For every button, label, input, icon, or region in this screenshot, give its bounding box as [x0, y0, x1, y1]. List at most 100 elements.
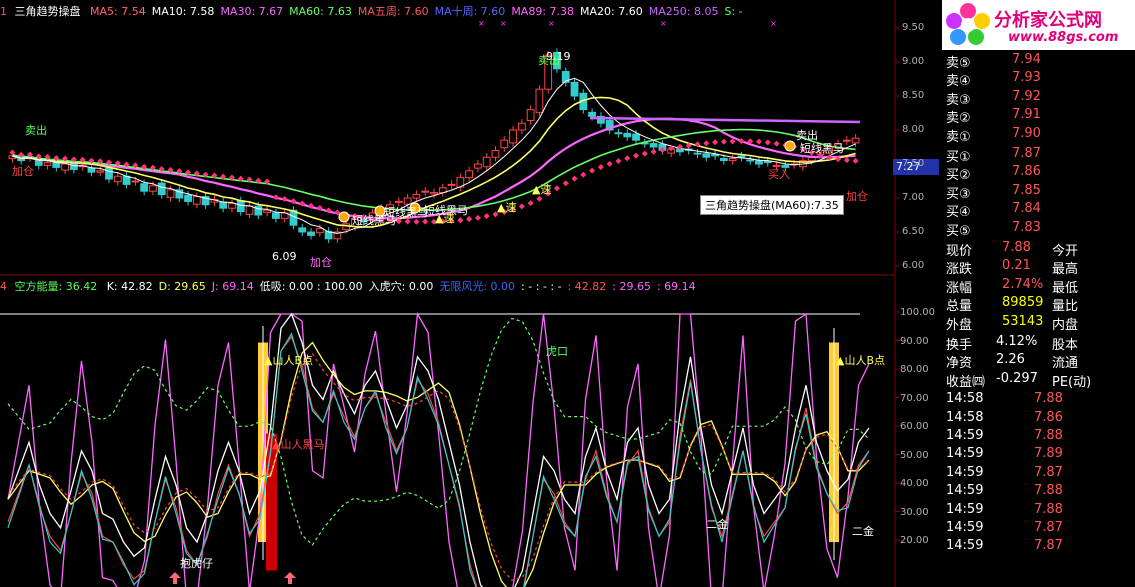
candle-body [535, 88, 544, 113]
candle-body [842, 139, 851, 142]
candle-body [728, 158, 737, 162]
ma-value-6: MA89: 7.38 [511, 5, 575, 18]
candle-body [693, 152, 702, 155]
bid-label: 买① [946, 150, 971, 165]
main-y-tick: 6.00 [902, 260, 925, 271]
stat-right-label: 量比 [1052, 299, 1079, 315]
candle-body [254, 205, 263, 216]
stat2-label: 净资 [946, 356, 973, 372]
ma-value-1: MA10: 7.58 [151, 5, 215, 18]
ma-value-4: MA五周: 7.60 [357, 5, 429, 18]
candle-body [588, 111, 596, 117]
stat2-row: 收益㈣ -0.297 PE(动) [942, 371, 1135, 390]
black-horse-bar [266, 433, 277, 571]
sub-y-tick: 90.00 [900, 335, 929, 347]
stat-label: 现价 [946, 244, 973, 259]
candle-body [482, 156, 491, 168]
diamond-band-dot [553, 185, 560, 192]
ask-label: 卖⑤ [946, 56, 971, 71]
diamond-band-dot [720, 138, 727, 145]
tick-time: 14:59 [946, 464, 984, 480]
stat-label: 外盘 [946, 317, 973, 333]
sub-y-tick: 40.00 [900, 478, 929, 489]
stat-label: 总量 [946, 299, 973, 315]
tick-time: 14:59 [946, 483, 984, 499]
ma-value-5: MA十周: 7.60 [434, 5, 506, 18]
diamond-band-dot [712, 139, 719, 146]
tick-time: 14:58 [946, 391, 984, 407]
sub-indicator-header: 4 空方能量: 36.42 K: 42.82 D: 29.65 J: 69.14 低吸… [0, 278, 696, 294]
diamond-band-dot [457, 217, 464, 224]
tick-time: 14:59 [946, 428, 984, 443]
bid-price: 7.83 [1012, 219, 1041, 235]
site-logo[interactable]: 分析家公式网 www.88gs.com [942, 0, 1135, 50]
candle-body [43, 162, 52, 166]
bid-row: 买④ 7.84 [942, 201, 1135, 220]
ma60-tooltip: 三角趋势操盘(MA60):7.35 [700, 195, 844, 215]
main-y-tick: 7.50 [902, 158, 925, 169]
candle-body [192, 196, 201, 205]
candle-body [298, 227, 307, 233]
candle-body [272, 212, 280, 219]
candle-body [245, 205, 254, 215]
tick-price: 7.87 [1034, 538, 1063, 554]
tick-row: 14:59 7.88 [942, 428, 1135, 446]
logo-title: 分析家公式网 [994, 10, 1102, 31]
diamond-band-dot [580, 171, 587, 178]
top-mark-icon: × [660, 19, 667, 28]
stat-row: 涨跌 0.21 最高 [942, 258, 1135, 277]
stat-value: 7.88 [1002, 240, 1031, 255]
ma60-tooltip-text: 三角趋势操盘(MA60):7.35 [705, 199, 839, 212]
candle-body [474, 163, 482, 169]
candle-body [307, 231, 315, 236]
stat-row: 现价 7.88 今开 [942, 240, 1135, 259]
ma-value-list: MA5: 7.54 MA10: 7.58 MA30: 7.67 MA60: 7.63 M… [84, 5, 743, 18]
tiger-cub-label: 抱虎仔 [180, 557, 213, 570]
sub-y-tick: 80.00 [900, 364, 929, 375]
ask-row: 卖① 7.90 [942, 126, 1135, 145]
ma-value-7: MA20: 7.60 [580, 5, 643, 18]
diamond-band-dot [615, 158, 622, 165]
candle-body [315, 228, 324, 234]
candle-body [737, 155, 746, 158]
sub-value-4: 入虎穴: 0.00 [368, 280, 434, 293]
sub-y-tick: 100.00 [900, 307, 935, 318]
candle-body [746, 159, 755, 162]
candle-body [184, 194, 192, 202]
j-line [7, 311, 870, 587]
stat-right-label: 今开 [1052, 244, 1079, 259]
blackhorse-label-2: 短线黑马 [384, 206, 428, 219]
stat-value: 2.74% [1002, 276, 1044, 292]
speed-label-3: ▲速 [532, 183, 552, 196]
tick-row: 14:59 7.89 [942, 446, 1135, 464]
tick-price: 7.88 [1034, 391, 1063, 407]
candle-body [465, 170, 474, 179]
b-point-label-2: ▲山人B点 [836, 354, 886, 367]
diamond-band-dot [641, 150, 648, 157]
main-y-tick: 8.50 [902, 90, 925, 101]
peak-price-label: 9.19 [546, 50, 571, 63]
main-indicator-header: 1 三角趋势操盘 MA5: 7.54 MA10: 7.58 MA30: 7.67 MA… [0, 3, 743, 19]
bid-price: 7.85 [1012, 182, 1041, 198]
blackhorse-signal-dot [784, 140, 796, 152]
candle-body [236, 200, 245, 213]
stat2-right-label: PE(动) [1052, 374, 1092, 390]
stat2-right-label: 股本 [1052, 338, 1079, 353]
diamond-band-dot [755, 138, 762, 145]
tick-row: 14:59 7.87 [942, 465, 1135, 483]
gold-label-1: 二金 [706, 518, 728, 531]
diamond-band-dot [633, 152, 640, 159]
top-mark-icon: × [770, 19, 777, 28]
ma-value-2: MA30: 7.67 [220, 5, 284, 18]
sub-y-tick: 70.00 [900, 392, 929, 404]
candle-body [430, 192, 438, 195]
stat2-row: 换手 4.12% 股本 [942, 334, 1135, 353]
chart-area[interactable]: × × × × × 1 三角趋势操盘 MA5: 7.54 MA10: 7.58 MA30: … [0, 0, 940, 587]
bid-row: 买⑤ 7.83 [942, 219, 1135, 239]
bid-price: 7.87 [1012, 146, 1041, 161]
sub-prefix: 4 [0, 280, 7, 293]
tick-row: 14:58 7.88 [942, 391, 1135, 409]
diamond-band-dot [589, 167, 596, 174]
stat2-right-label: 流通 [1052, 356, 1079, 372]
tick-row: 14:59 7.88 [942, 502, 1135, 520]
